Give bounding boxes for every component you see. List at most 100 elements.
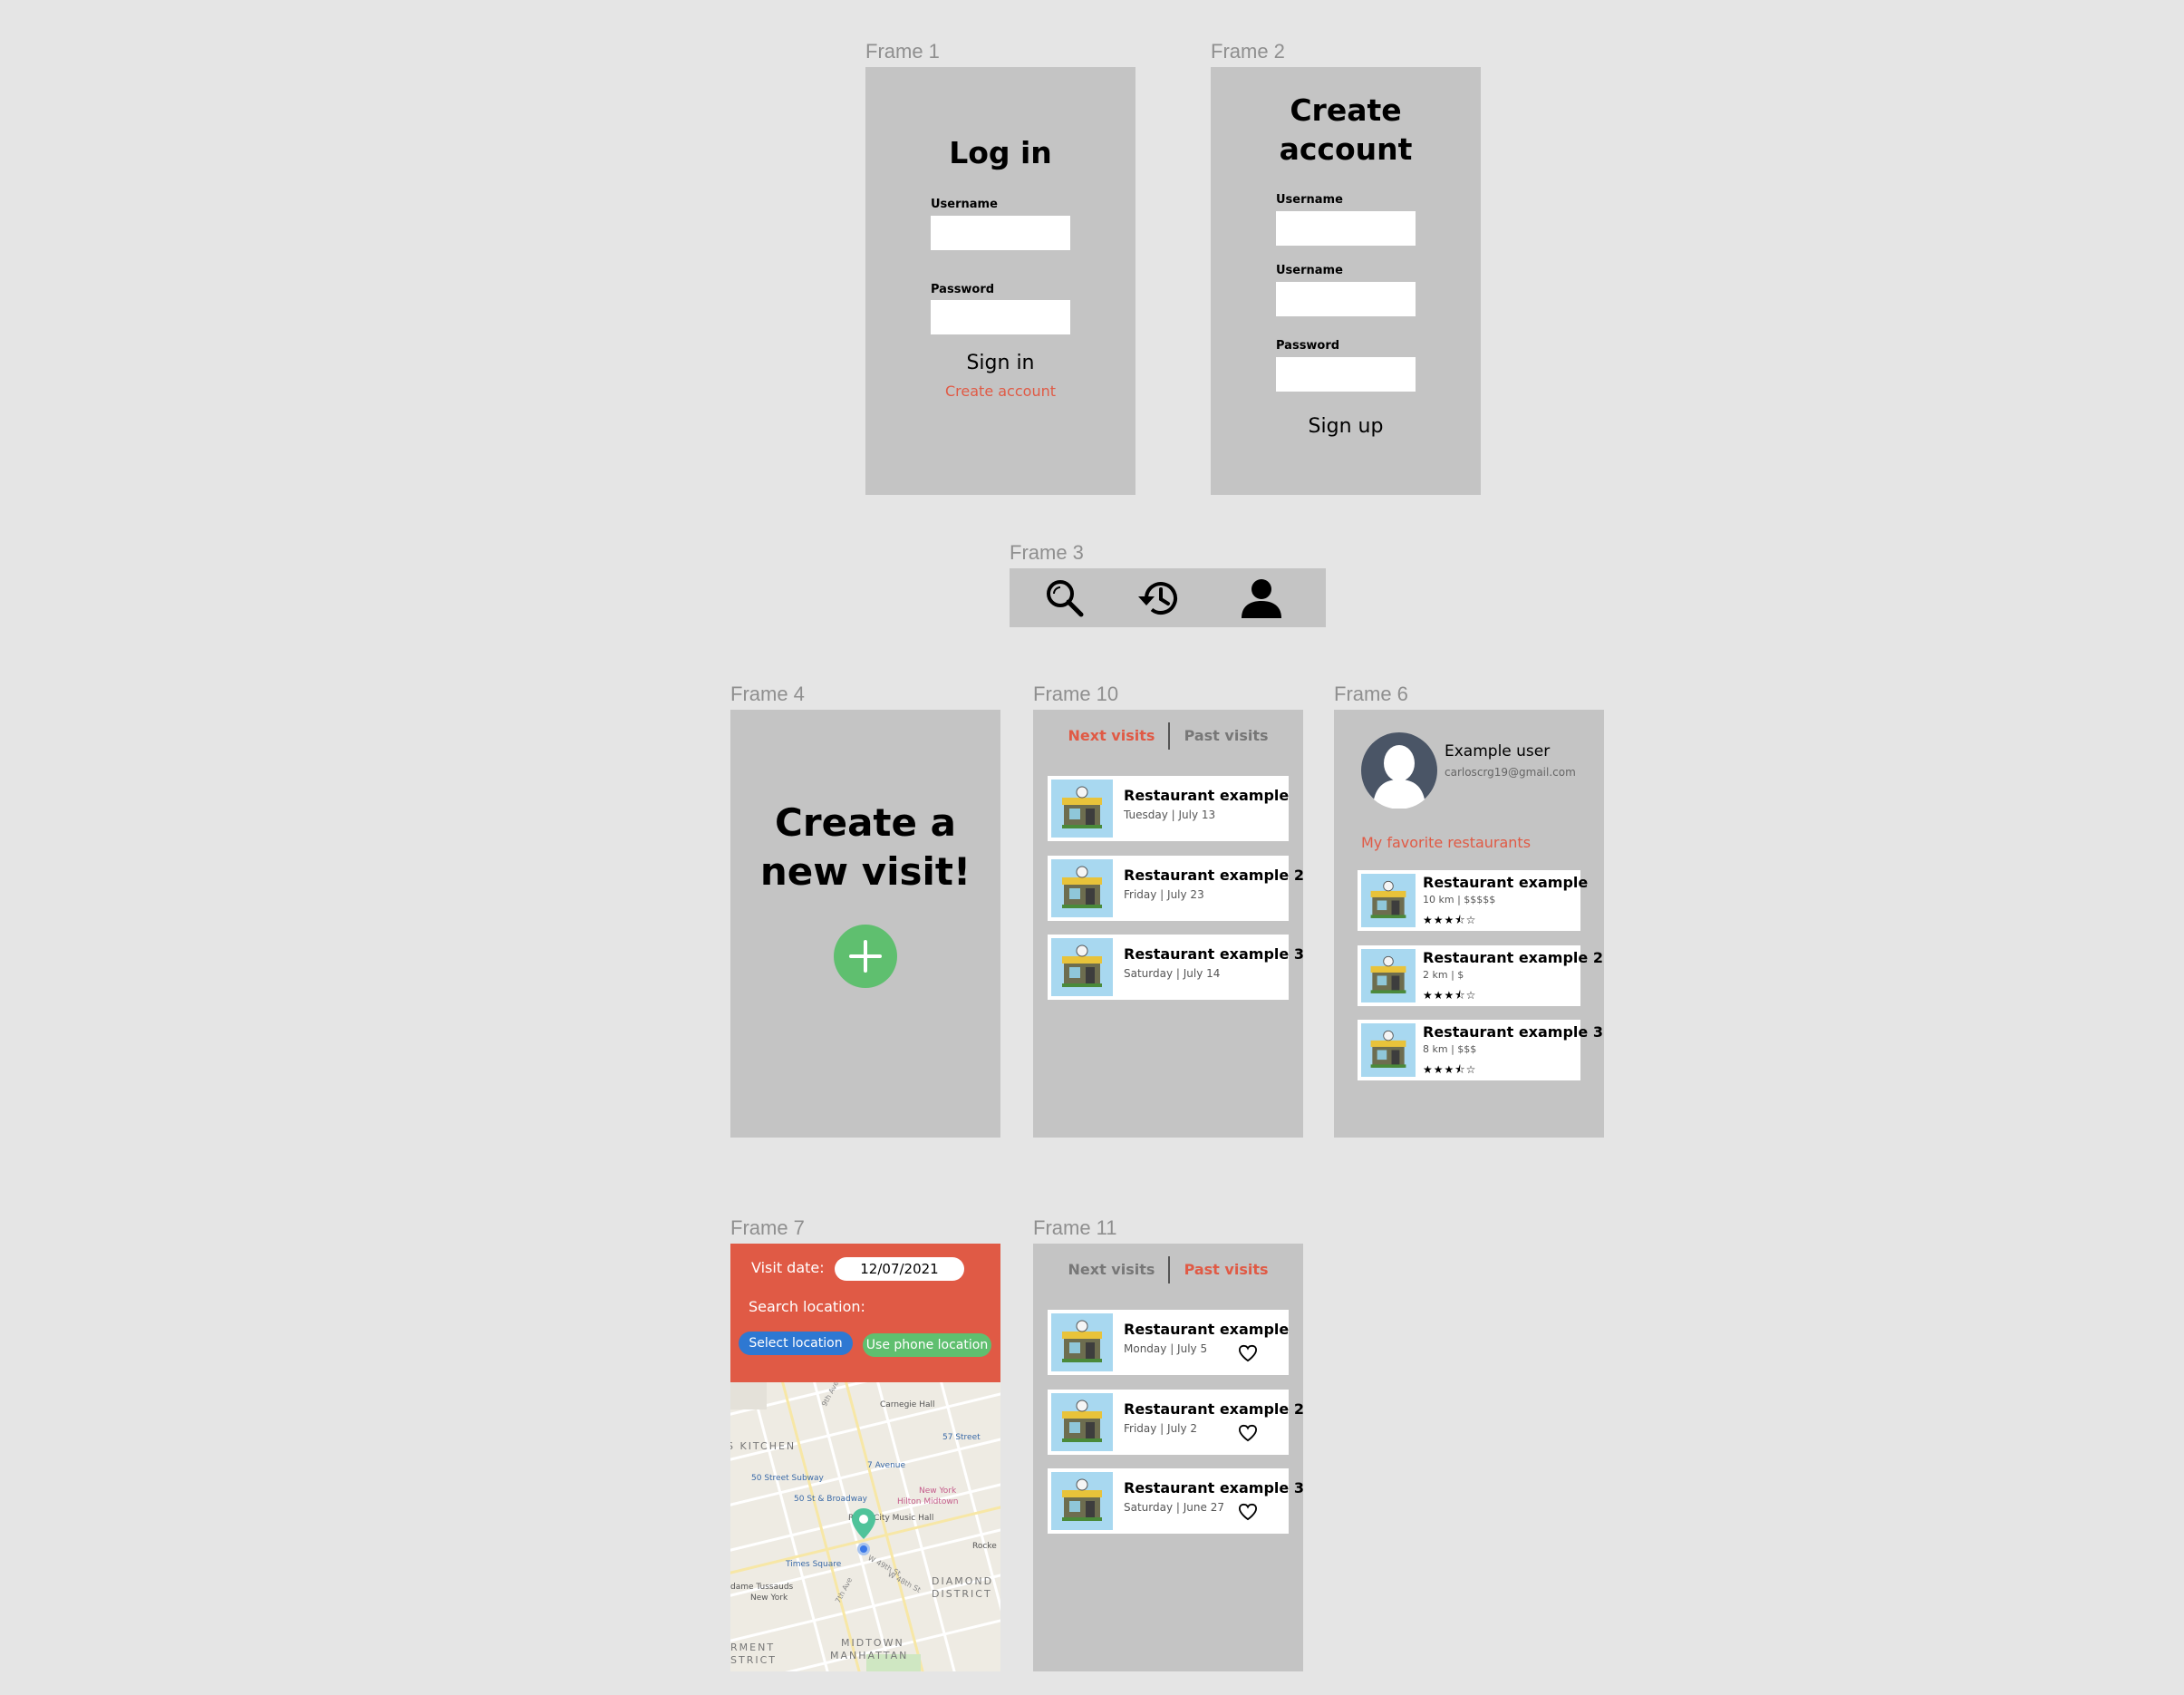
sign-in-button[interactable]: Sign in [865,352,1135,374]
visit-date-label: Visit date: [751,1259,825,1276]
heart-icon[interactable] [1238,1344,1258,1362]
restaurant-thumbnail [1361,949,1416,1002]
map-label: S KITCHEN [730,1440,797,1452]
login-title: Log in [949,135,1052,170]
tab-divider [1168,722,1171,750]
add-visit-button[interactable] [834,925,897,988]
list-item[interactable]: Restaurant example Monday | July 5 [1048,1310,1289,1375]
map-label: DIAMOND [932,1575,994,1587]
visit-form-screen: Visit date: 12/07/2021 Search location: … [730,1244,1000,1671]
profile-screen: Example user carloscrg19@gmail.com My fa… [1334,710,1604,1138]
heart-icon[interactable] [1238,1503,1258,1521]
avatar [1361,732,1437,809]
star-rating: ★★★⯪☆ [1423,914,1477,926]
map-label: Times Square [786,1560,842,1569]
frame-1-label: Frame 1 [865,40,940,63]
plus-icon [849,940,882,973]
user-email: carloscrg19@gmail.com [1445,766,1576,779]
visit-date: Saturday | June 27 [1124,1501,1224,1514]
signup-title: Create account [1211,91,1481,169]
signup-password-label: Password [1276,339,1340,353]
map-label: MANHATTAN [830,1650,909,1661]
signup-password-input[interactable] [1276,357,1416,392]
list-item[interactable]: Restaurant example 3 Saturday | June 27 [1048,1468,1303,1534]
visit-date: Saturday | July 14 [1124,967,1221,980]
user-icon[interactable] [1240,576,1283,620]
visit-date: Tuesday | July 13 [1124,809,1216,821]
list-item[interactable]: Restaurant example 2 Friday | July 2 [1048,1390,1303,1455]
map-label: 57 Street [942,1433,981,1442]
location-pin-icon[interactable] [850,1506,877,1557]
past-visits-screen: Next visits Past visits Restaurant examp… [1033,1244,1303,1671]
favorites-title: My favorite restaurants [1361,834,1532,851]
map-label: DISTRICT [932,1588,992,1600]
select-location-button[interactable]: Select location [739,1332,853,1355]
restaurant-thumbnail [1051,1393,1113,1451]
user-name: Example user [1445,742,1551,760]
new-visit-title-line1: Create a [775,800,956,845]
visit-form-header: Visit date: 12/07/2021 Search location: … [730,1244,1000,1382]
map-label: 50 Street Subway [751,1474,824,1483]
restaurant-thumbnail [1051,780,1113,838]
search-icon[interactable] [1044,577,1086,619]
username-input[interactable] [931,216,1070,250]
sign-up-button[interactable]: Sign up [1211,415,1481,438]
restaurant-icon [1062,866,1102,908]
map-label: New York [919,1487,957,1496]
restaurant-name: Restaurant example 2 [1124,1400,1303,1418]
restaurant-meta: 10 km | $$$$$ [1423,894,1496,906]
frame-4-label: Frame 4 [730,683,805,705]
map-label: RMENT [730,1642,776,1653]
tab-past-visits[interactable]: Past visits [1184,727,1269,744]
signup-title-line1: Create [1290,92,1402,128]
heart-icon[interactable] [1238,1424,1258,1442]
tab-next-visits[interactable]: Next visits [1068,1261,1155,1278]
star-rating: ★★★⯪☆ [1423,989,1477,1002]
frame-3-label: Frame 3 [1010,541,1084,564]
restaurant-icon [1370,880,1406,918]
map-label: Carnegie Hall [880,1400,935,1409]
tab-past-visits[interactable]: Past visits [1184,1261,1269,1278]
restaurant-icon [1370,955,1406,993]
restaurant-thumbnail [1051,859,1113,917]
restaurant-icon [1062,786,1102,828]
restaurant-name: Restaurant example 3 [1124,1479,1303,1496]
favorite-item[interactable]: Restaurant example 10 km | $$$$$ ★★★⯪☆ [1358,870,1588,931]
favorite-item[interactable]: Restaurant example 3 8 km | $$$ ★★★⯪☆ [1358,1020,1603,1080]
signup-username2-input[interactable] [1276,282,1416,316]
map-label: MIDTOWN [841,1637,904,1649]
list-item[interactable]: Restaurant example Tuesday | July 13 [1048,776,1289,841]
visits-tabs: Next visits Past visits [1033,1256,1303,1283]
signup-username-label: Username [1276,193,1343,207]
history-icon[interactable] [1135,576,1183,620]
password-input[interactable] [931,300,1070,334]
frame-6-label: Frame 6 [1334,683,1408,705]
frame-7-label: Frame 7 [730,1216,805,1239]
favorite-item[interactable]: Restaurant example 2 2 km | $ ★★★⯪☆ [1358,945,1603,1006]
tab-next-visits[interactable]: Next visits [1068,727,1155,744]
restaurant-icon [1062,1320,1102,1362]
use-phone-location-button[interactable]: Use phone location [863,1333,991,1357]
create-account-link[interactable]: Create account [865,383,1135,400]
map-label: Rocke [972,1542,997,1551]
map-label: dame Tussauds [730,1583,794,1592]
map-label: STRICT [730,1654,777,1666]
restaurant-thumbnail [1051,1313,1113,1371]
visit-date-field[interactable]: 12/07/2021 [835,1257,964,1281]
restaurant-name: Restaurant example 3 [1423,1023,1603,1041]
restaurant-icon [1062,944,1102,987]
new-visit-screen: Create a new visit! [730,710,1000,1138]
login-screen: Log in Username Password Sign in Create … [865,67,1135,495]
signup-username2-label: Username [1276,264,1343,277]
restaurant-name: Restaurant example [1423,874,1589,891]
map-view[interactable]: S KITCHEN Carnegie Hall 57 Street 7 Aven… [730,1382,1000,1671]
restaurant-icon [1062,1400,1102,1442]
restaurant-name: Restaurant example 2 [1124,867,1303,884]
list-item[interactable]: Restaurant example 3 Saturday | July 14 [1048,935,1303,1000]
new-visit-title-line2: new visit! [759,849,971,894]
list-item[interactable]: Restaurant example 2 Friday | July 23 [1048,856,1303,921]
visit-date: Friday | July 23 [1124,888,1204,901]
restaurant-thumbnail [1051,938,1113,996]
signup-username-input[interactable] [1276,211,1416,246]
restaurant-meta: 8 km | $$$ [1423,1043,1477,1055]
